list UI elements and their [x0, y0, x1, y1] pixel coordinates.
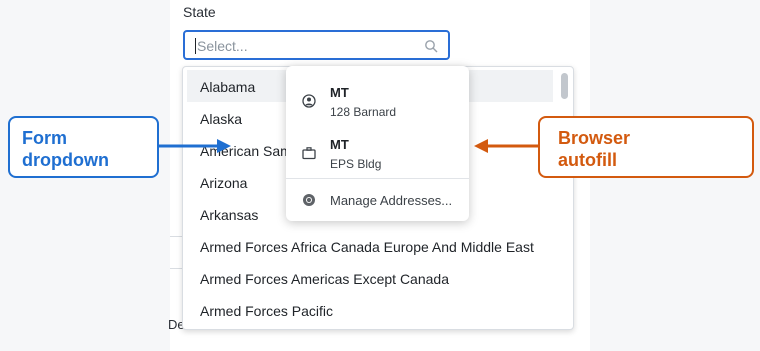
select-placeholder: Select... — [197, 38, 248, 54]
autofill-divider — [286, 178, 469, 179]
autofill-entry[interactable]: MT 128 Barnard — [286, 72, 469, 124]
dropdown-option[interactable]: Armed Forces Americas Except Canada — [187, 262, 553, 294]
scrollbar-track[interactable] — [561, 71, 569, 323]
option-label: Arizona — [200, 175, 248, 191]
blue-arrow-icon — [159, 139, 231, 153]
background-divider — [170, 268, 182, 269]
option-label: Armed Forces Africa Canada Europe And Mi… — [200, 239, 534, 255]
chrome-logo-icon — [303, 194, 315, 206]
form-dropdown-callout: Form dropdown — [8, 116, 159, 178]
autofill-entry-title: MT — [330, 85, 349, 100]
option-label: Armed Forces Pacific — [200, 303, 334, 319]
autofill-entry-title: MT — [330, 137, 349, 152]
manage-addresses-button[interactable]: Manage Addresses... — [286, 180, 469, 220]
state-field-label: State — [183, 4, 216, 20]
autofill-entry[interactable]: MT EPS Bldg — [286, 124, 469, 176]
dropdown-option[interactable]: Armed Forces Pacific — [187, 294, 553, 326]
dropdown-option[interactable]: Armed Forces Africa Canada Europe And Mi… — [187, 230, 553, 262]
option-label: Alaska — [200, 111, 243, 127]
person-circle-icon — [302, 94, 316, 108]
callout-line: dropdown — [22, 150, 109, 170]
browser-autofill-popup: MT 128 Barnard MT EPS Bldg Manage Addres… — [286, 66, 469, 221]
state-select[interactable]: Select... — [183, 30, 450, 60]
option-label: Alabama — [200, 79, 256, 95]
option-label: Arkansas — [200, 207, 259, 223]
search-icon — [425, 40, 438, 53]
callout-line: Browser — [558, 128, 631, 148]
callout-line: autofill — [558, 150, 617, 170]
briefcase-icon — [302, 147, 316, 160]
browser-autofill-callout: Browser autofill — [538, 116, 754, 178]
text-cursor — [195, 38, 196, 54]
autofill-entry-subtitle: EPS Bldg — [330, 157, 382, 171]
scrollbar-thumb[interactable] — [561, 73, 568, 99]
manage-addresses-label: Manage Addresses... — [330, 193, 453, 208]
autofill-entry-subtitle: 128 Barnard — [330, 105, 397, 119]
option-label: Armed Forces Americas Except Canada — [200, 271, 449, 287]
callout-line: Form — [22, 128, 67, 148]
background-divider — [170, 236, 182, 237]
orange-arrow-icon — [474, 139, 540, 153]
